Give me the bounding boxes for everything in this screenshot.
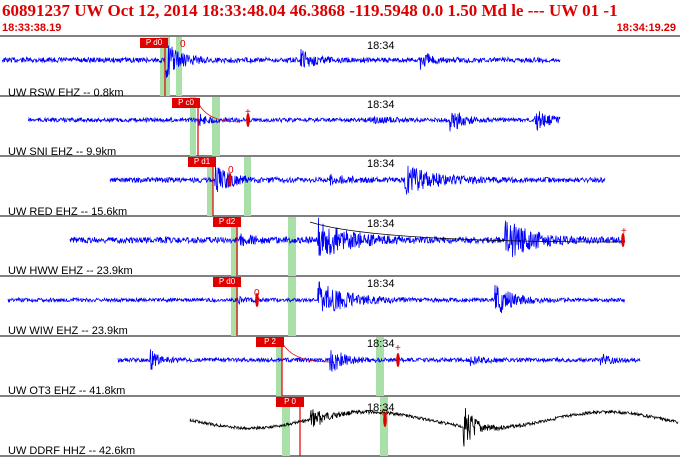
waveform-trace — [109, 165, 606, 195]
waveform-trace — [189, 407, 679, 447]
pick-box-wiw[interactable]: P d0 — [213, 277, 241, 287]
waveform-trace — [1, 45, 561, 78]
pick-box-red[interactable]: P d1 — [188, 157, 216, 167]
minute-label-red: 18:34 — [367, 158, 395, 170]
minute-label-ddrf: 18:34 — [367, 402, 395, 414]
pick-window[interactable] — [244, 157, 251, 216]
pick-window[interactable] — [212, 97, 220, 156]
station-label-ot3: UW OT3 EHZ -- 41.8km — [8, 385, 126, 397]
trace-panels: P d0 0 18:34 UW RSW EHZ -- 0.8km P c0 + … — [0, 35, 680, 458]
pick-mark-wiw: 0 — [254, 288, 260, 299]
pick-mark-red: 0 — [228, 165, 234, 176]
pick-window[interactable] — [288, 277, 296, 336]
station-label-red: UW RED EHZ -- 15.6km — [8, 206, 128, 218]
station-label-ddrf: UW DDRF HHZ -- 42.6km — [8, 445, 136, 457]
window-end-time: 18:34:19.29 — [616, 22, 676, 34]
event-summary-title: 60891237 UW Oct 12, 2014 18:33:48.04 46.… — [2, 1, 618, 20]
minute-label-ot3: 18:34 — [367, 338, 395, 350]
station-label-hww: UW HWW EHZ -- 23.9km — [8, 265, 133, 277]
pick-mark-sni: + — [245, 107, 251, 118]
minute-label-rsw: 18:34 — [367, 40, 395, 52]
pick-box-rsw[interactable]: P d0 — [140, 38, 168, 48]
waveform-trace — [7, 281, 626, 314]
seismogram-viewer: 60891237 UW Oct 12, 2014 18:33:48.04 46.… — [0, 0, 680, 458]
waveform-trace — [27, 111, 561, 132]
station-label-wiw: UW WIW EHZ -- 23.9km — [8, 325, 128, 337]
pick-window[interactable] — [288, 217, 296, 276]
station-label-sni: UW SNI EHZ -- 9.9km — [8, 146, 117, 158]
waveform-trace — [69, 217, 626, 258]
minute-label-sni: 18:34 — [367, 99, 395, 111]
pick-box-ddrf[interactable]: P 0 — [276, 397, 304, 407]
minute-label-hww: 18:34 — [367, 218, 395, 230]
pick-mark-hww: + — [621, 226, 627, 237]
pick-box-ot3[interactable]: P 2 — [256, 337, 284, 347]
minute-label-wiw: 18:34 — [367, 278, 395, 290]
pick-mark-ot3: + — [395, 343, 401, 354]
amplitude-marker[interactable] — [396, 353, 400, 367]
pick-mark-rsw: 0 — [180, 39, 186, 50]
pick-box-sni[interactable]: P c0 — [172, 98, 200, 108]
pick-box-hww[interactable]: P d2 — [213, 217, 241, 227]
station-label-rsw: UW RSW EHZ -- 0.8km — [8, 87, 124, 99]
coda-curve — [281, 341, 331, 363]
window-start-time: 18:33:38.19 — [2, 22, 62, 34]
